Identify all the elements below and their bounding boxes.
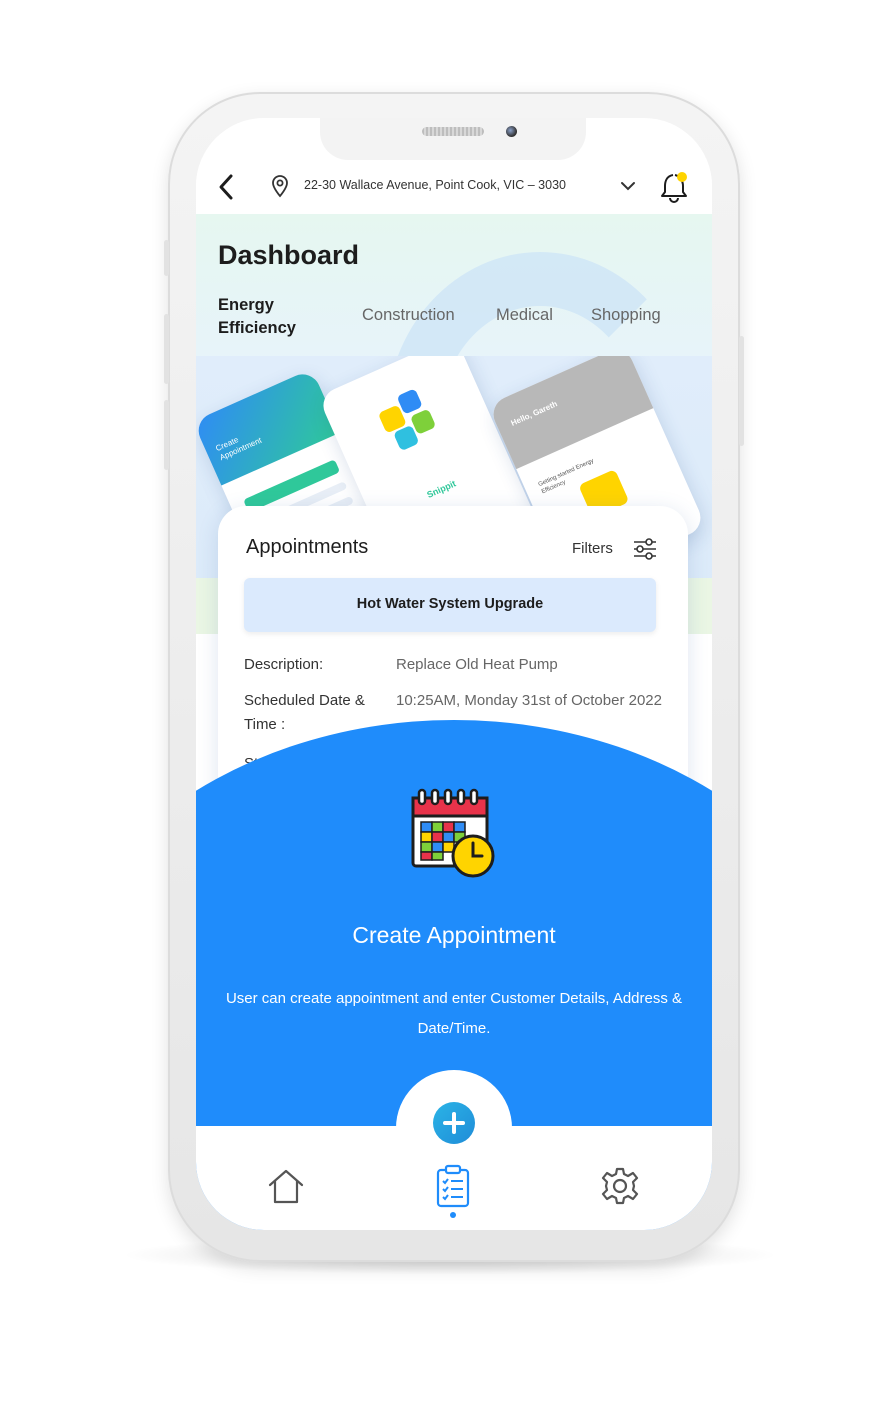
feature-title: Create Appointment — [352, 922, 556, 948]
mute-switch — [164, 240, 169, 276]
address-text[interactable]: 22-30 Wallace Avenue, Point Cook, VIC – … — [304, 178, 566, 192]
gear-icon[interactable] — [600, 1166, 640, 1206]
description-value: Replace Old Heat Pump — [396, 656, 558, 673]
top-bar: 22-30 Wallace Avenue, Point Cook, VIC – … — [196, 158, 712, 214]
appointments-title: Appointments — [246, 536, 369, 558]
description-label: Description: — [244, 656, 324, 673]
notification-bell-icon[interactable] — [658, 170, 692, 206]
notification-dot — [677, 172, 687, 182]
volume-up-button — [164, 314, 169, 384]
tab-construction[interactable]: Construction — [362, 306, 455, 325]
appointment-item[interactable]: Hot Water System Upgrade — [244, 578, 656, 632]
back-arrow-icon[interactable] — [216, 172, 238, 202]
front-camera — [506, 126, 517, 137]
page-title: Dashboard — [218, 240, 360, 270]
add-button[interactable] — [433, 1102, 475, 1144]
tab-energy-efficiency[interactable]: Energy Efficiency — [218, 294, 296, 340]
appointment-item-title: Hot Water System Upgrade — [356, 596, 544, 612]
filter-sliders-icon[interactable] — [632, 536, 658, 562]
calendar-clock-icon — [411, 788, 495, 878]
notch — [320, 118, 586, 160]
filters-label[interactable]: Filters — [572, 540, 613, 557]
preview-brand-text: Snippit — [425, 478, 458, 500]
clipboard-checklist-icon[interactable] — [434, 1164, 472, 1208]
power-button — [739, 336, 744, 446]
volume-down-button — [164, 400, 169, 470]
tab-medical[interactable]: Medical — [496, 306, 553, 325]
chevron-down-icon[interactable] — [620, 180, 636, 192]
app-screen: 22-30 Wallace Avenue, Point Cook, VIC – … — [196, 118, 712, 1230]
location-pin-icon — [272, 175, 288, 198]
feature-description: User can create appointment and enter Cu… — [225, 990, 683, 1037]
tab-shopping[interactable]: Shopping — [591, 306, 661, 325]
home-icon[interactable] — [266, 1166, 306, 1206]
active-tab-indicator — [450, 1212, 456, 1218]
speaker-grille — [422, 127, 484, 136]
scheduled-value: 10:25AM, Monday 31st of October 2022 — [396, 692, 662, 709]
